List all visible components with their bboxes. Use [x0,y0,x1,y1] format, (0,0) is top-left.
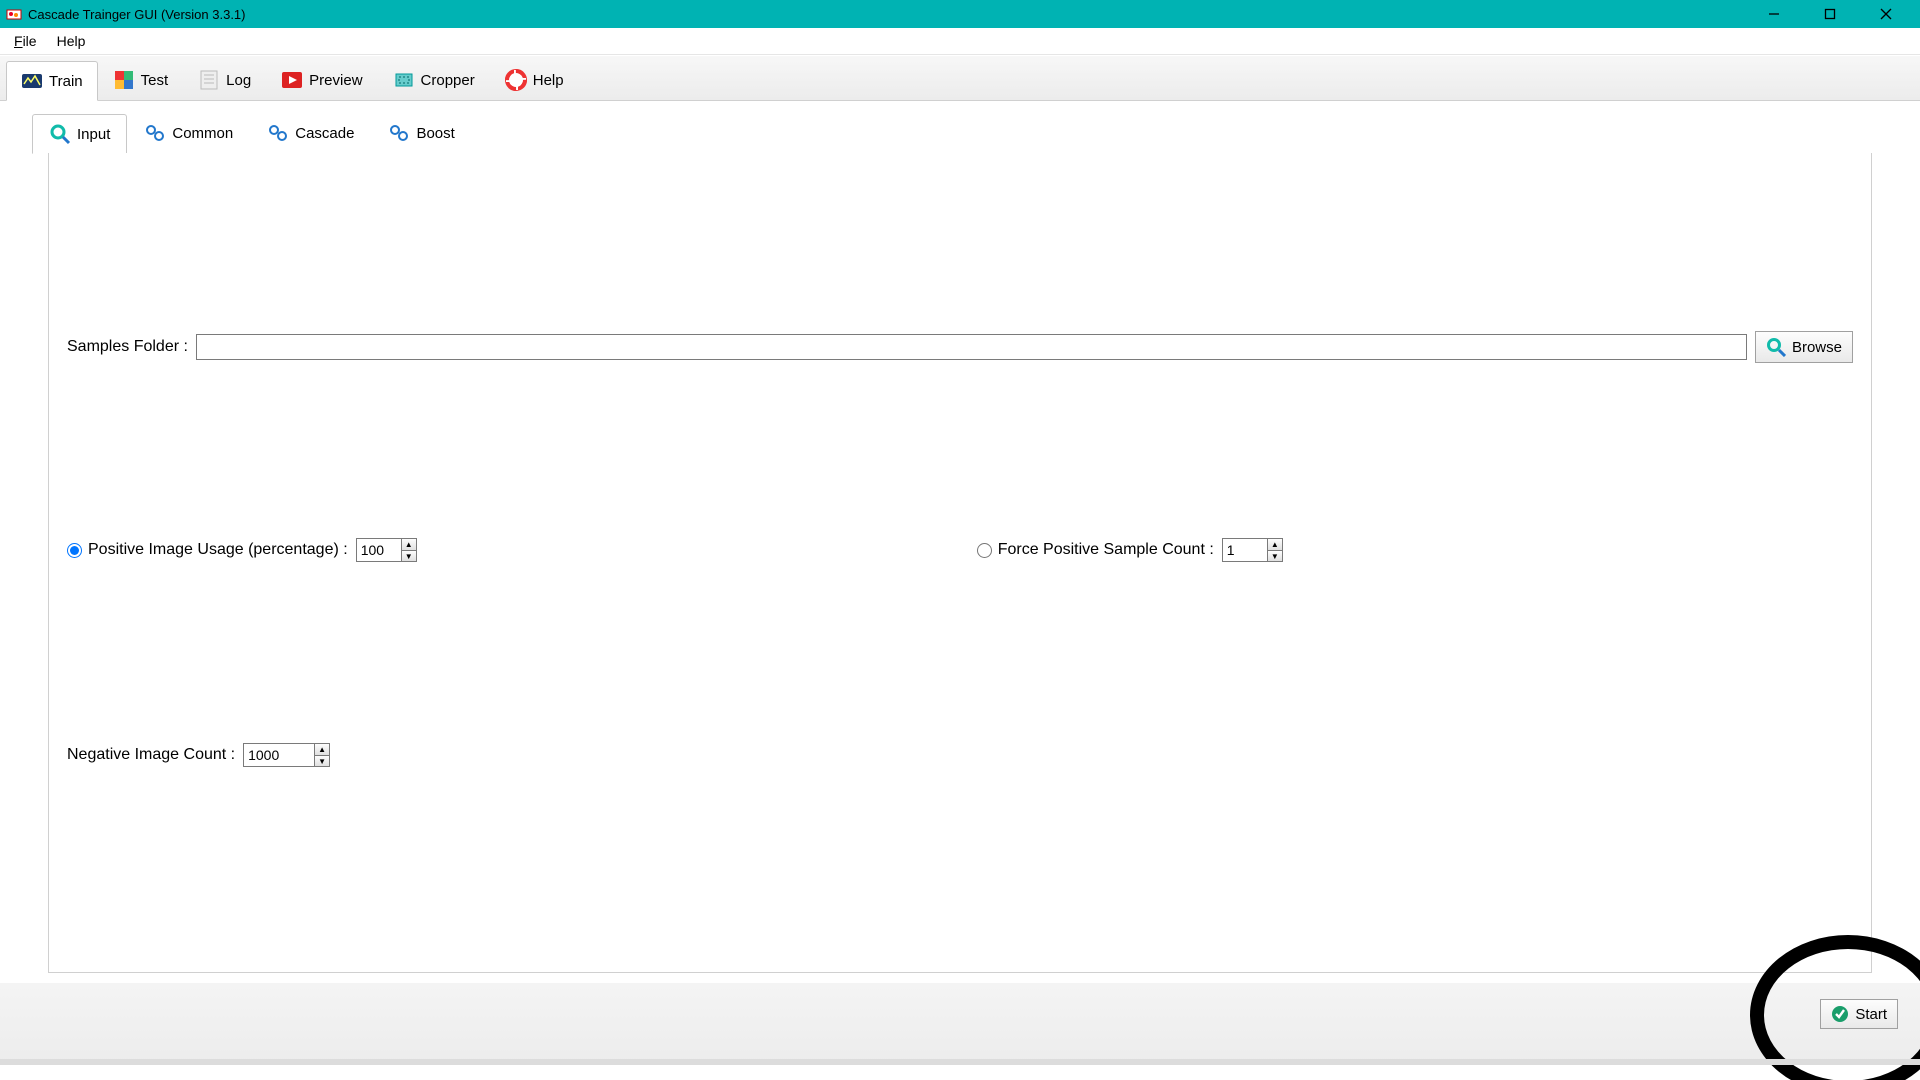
subtab-common-label: Common [172,125,233,142]
maximize-button[interactable] [1802,0,1858,28]
spinner-up-icon[interactable]: ▲ [402,539,416,550]
positive-usage-radio[interactable] [67,543,82,558]
spinner-down-icon[interactable]: ▼ [402,550,416,561]
train-icon [21,70,43,92]
preview-icon [281,69,303,91]
browse-button[interactable]: Browse [1755,331,1853,363]
tab-log[interactable]: Log [183,60,266,100]
window-titlebar: Cascade Trainger GUI (Version 3.3.1) [0,0,1920,28]
samples-folder-input[interactable] [196,334,1747,360]
subtab-input-label: Input [77,126,110,143]
browse-label: Browse [1792,339,1842,356]
tab-preview-label: Preview [309,72,362,89]
tab-test-label: Test [141,72,169,89]
test-icon [113,69,135,91]
negative-count-spinner[interactable]: ▲▼ [243,743,330,767]
positive-usage-spinner[interactable]: ▲▼ [356,538,417,562]
subtab-cascade[interactable]: Cascade [250,113,371,153]
force-positive-radio-row[interactable]: Force Positive Sample Count : [977,541,1222,559]
menu-help[interactable]: Help [47,29,96,53]
subtab-boost[interactable]: Boost [371,113,471,153]
subtab-common[interactable]: Common [127,113,250,153]
spinner-down-icon[interactable]: ▼ [1268,550,1282,561]
force-positive-input[interactable] [1223,539,1267,561]
force-positive-label: Force Positive Sample Count : [998,541,1222,559]
window-title: Cascade Trainger GUI (Version 3.3.1) [28,7,1746,22]
minimize-button[interactable] [1746,0,1802,28]
menubar: File Help [0,28,1920,55]
spinner-down-icon[interactable]: ▼ [315,755,329,766]
input-panel: Samples Folder : Browse Positive Image U… [48,153,1872,973]
tab-log-label: Log [226,72,251,89]
tab-help[interactable]: Help [490,60,579,100]
gears-icon [144,122,166,144]
positive-usage-radio-row[interactable]: Positive Image Usage (percentage) : [67,541,356,559]
search-icon [1766,337,1786,357]
app-icon [6,6,22,22]
tab-test[interactable]: Test [98,60,184,100]
status-bar [0,1059,1920,1065]
subtab-cascade-label: Cascade [295,125,354,142]
gears-icon [267,122,289,144]
start-label: Start [1855,1006,1887,1023]
samples-folder-label: Samples Folder : [67,338,196,356]
help-icon [505,69,527,91]
subtab-input[interactable]: Input [32,114,127,154]
force-positive-radio[interactable] [977,543,992,558]
main-tabbar: Train Test Log Preview Cropper Help [0,55,1920,101]
check-circle-icon [1831,1005,1849,1023]
footer-area: Start [0,983,1920,1065]
log-icon [198,69,220,91]
negative-count-input[interactable] [244,744,314,766]
menu-file[interactable]: File [4,29,47,53]
cropper-icon [393,69,415,91]
positive-usage-label: Positive Image Usage (percentage) : [88,541,356,559]
subtab-boost-label: Boost [416,125,454,142]
gears-icon [388,122,410,144]
tab-cropper-label: Cropper [421,72,475,89]
spinner-up-icon[interactable]: ▲ [315,744,329,755]
force-positive-spinner[interactable]: ▲▼ [1222,538,1283,562]
tab-cropper[interactable]: Cropper [378,60,490,100]
positive-usage-input[interactable] [357,539,401,561]
search-icon [49,123,71,145]
sub-tabbar: Input Common Cascade Boost [24,109,1896,153]
tab-preview[interactable]: Preview [266,60,377,100]
negative-count-label: Negative Image Count : [67,746,243,764]
tab-train-label: Train [49,73,83,90]
tab-train[interactable]: Train [6,61,98,101]
tab-help-label: Help [533,72,564,89]
close-button[interactable] [1858,0,1914,28]
start-button[interactable]: Start [1820,999,1898,1029]
spinner-up-icon[interactable]: ▲ [1268,539,1282,550]
